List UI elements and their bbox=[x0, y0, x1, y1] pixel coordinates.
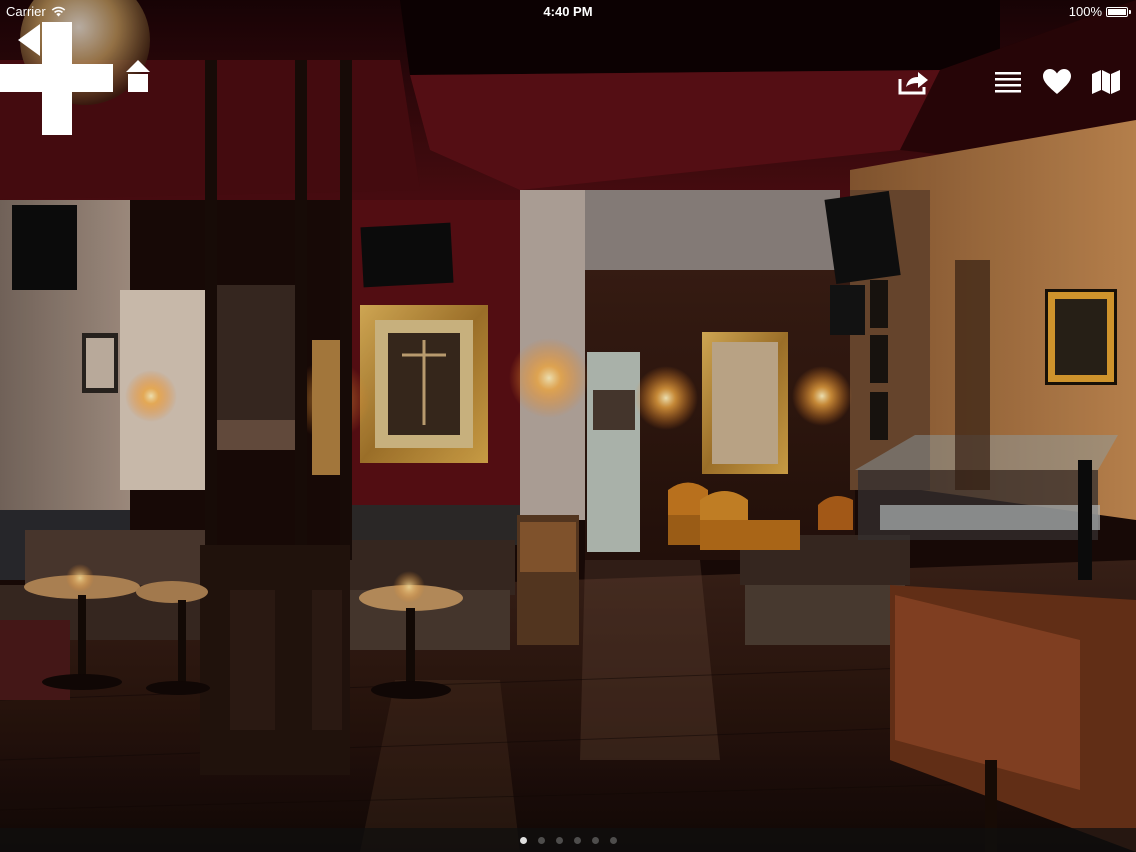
favorite-button[interactable] bbox=[1039, 66, 1075, 98]
share-icon bbox=[898, 72, 928, 95]
top-toolbar bbox=[0, 66, 1136, 98]
map-button[interactable] bbox=[1088, 66, 1124, 98]
battery-fill bbox=[1108, 8, 1126, 15]
page-dot[interactable] bbox=[519, 836, 527, 844]
page-indicator-bar bbox=[0, 828, 1136, 852]
page-dot[interactable] bbox=[537, 836, 545, 844]
page-dot[interactable] bbox=[573, 836, 581, 844]
battery-percent: 100% bbox=[1068, 4, 1102, 19]
heart-icon bbox=[1043, 69, 1071, 94]
back-arrow-icon bbox=[18, 24, 40, 56]
page-dot[interactable] bbox=[609, 836, 617, 844]
list-icon bbox=[995, 72, 1021, 93]
map-icon bbox=[1092, 70, 1120, 94]
battery-indicator: 100% bbox=[1068, 4, 1131, 19]
battery-icon bbox=[1106, 6, 1131, 17]
page-dots[interactable] bbox=[519, 836, 617, 844]
venue-photo[interactable] bbox=[0, 0, 1136, 852]
status-time: 4:40 PM bbox=[543, 4, 593, 19]
page-dot[interactable] bbox=[555, 836, 563, 844]
share-button[interactable] bbox=[896, 66, 932, 98]
list-button[interactable] bbox=[990, 66, 1026, 98]
page-dot[interactable] bbox=[591, 836, 599, 844]
photo-detail-screen: Carrier 4:40 PM 100% bbox=[0, 0, 1136, 852]
status-bar: Carrier 4:40 PM 100% bbox=[0, 0, 1136, 24]
